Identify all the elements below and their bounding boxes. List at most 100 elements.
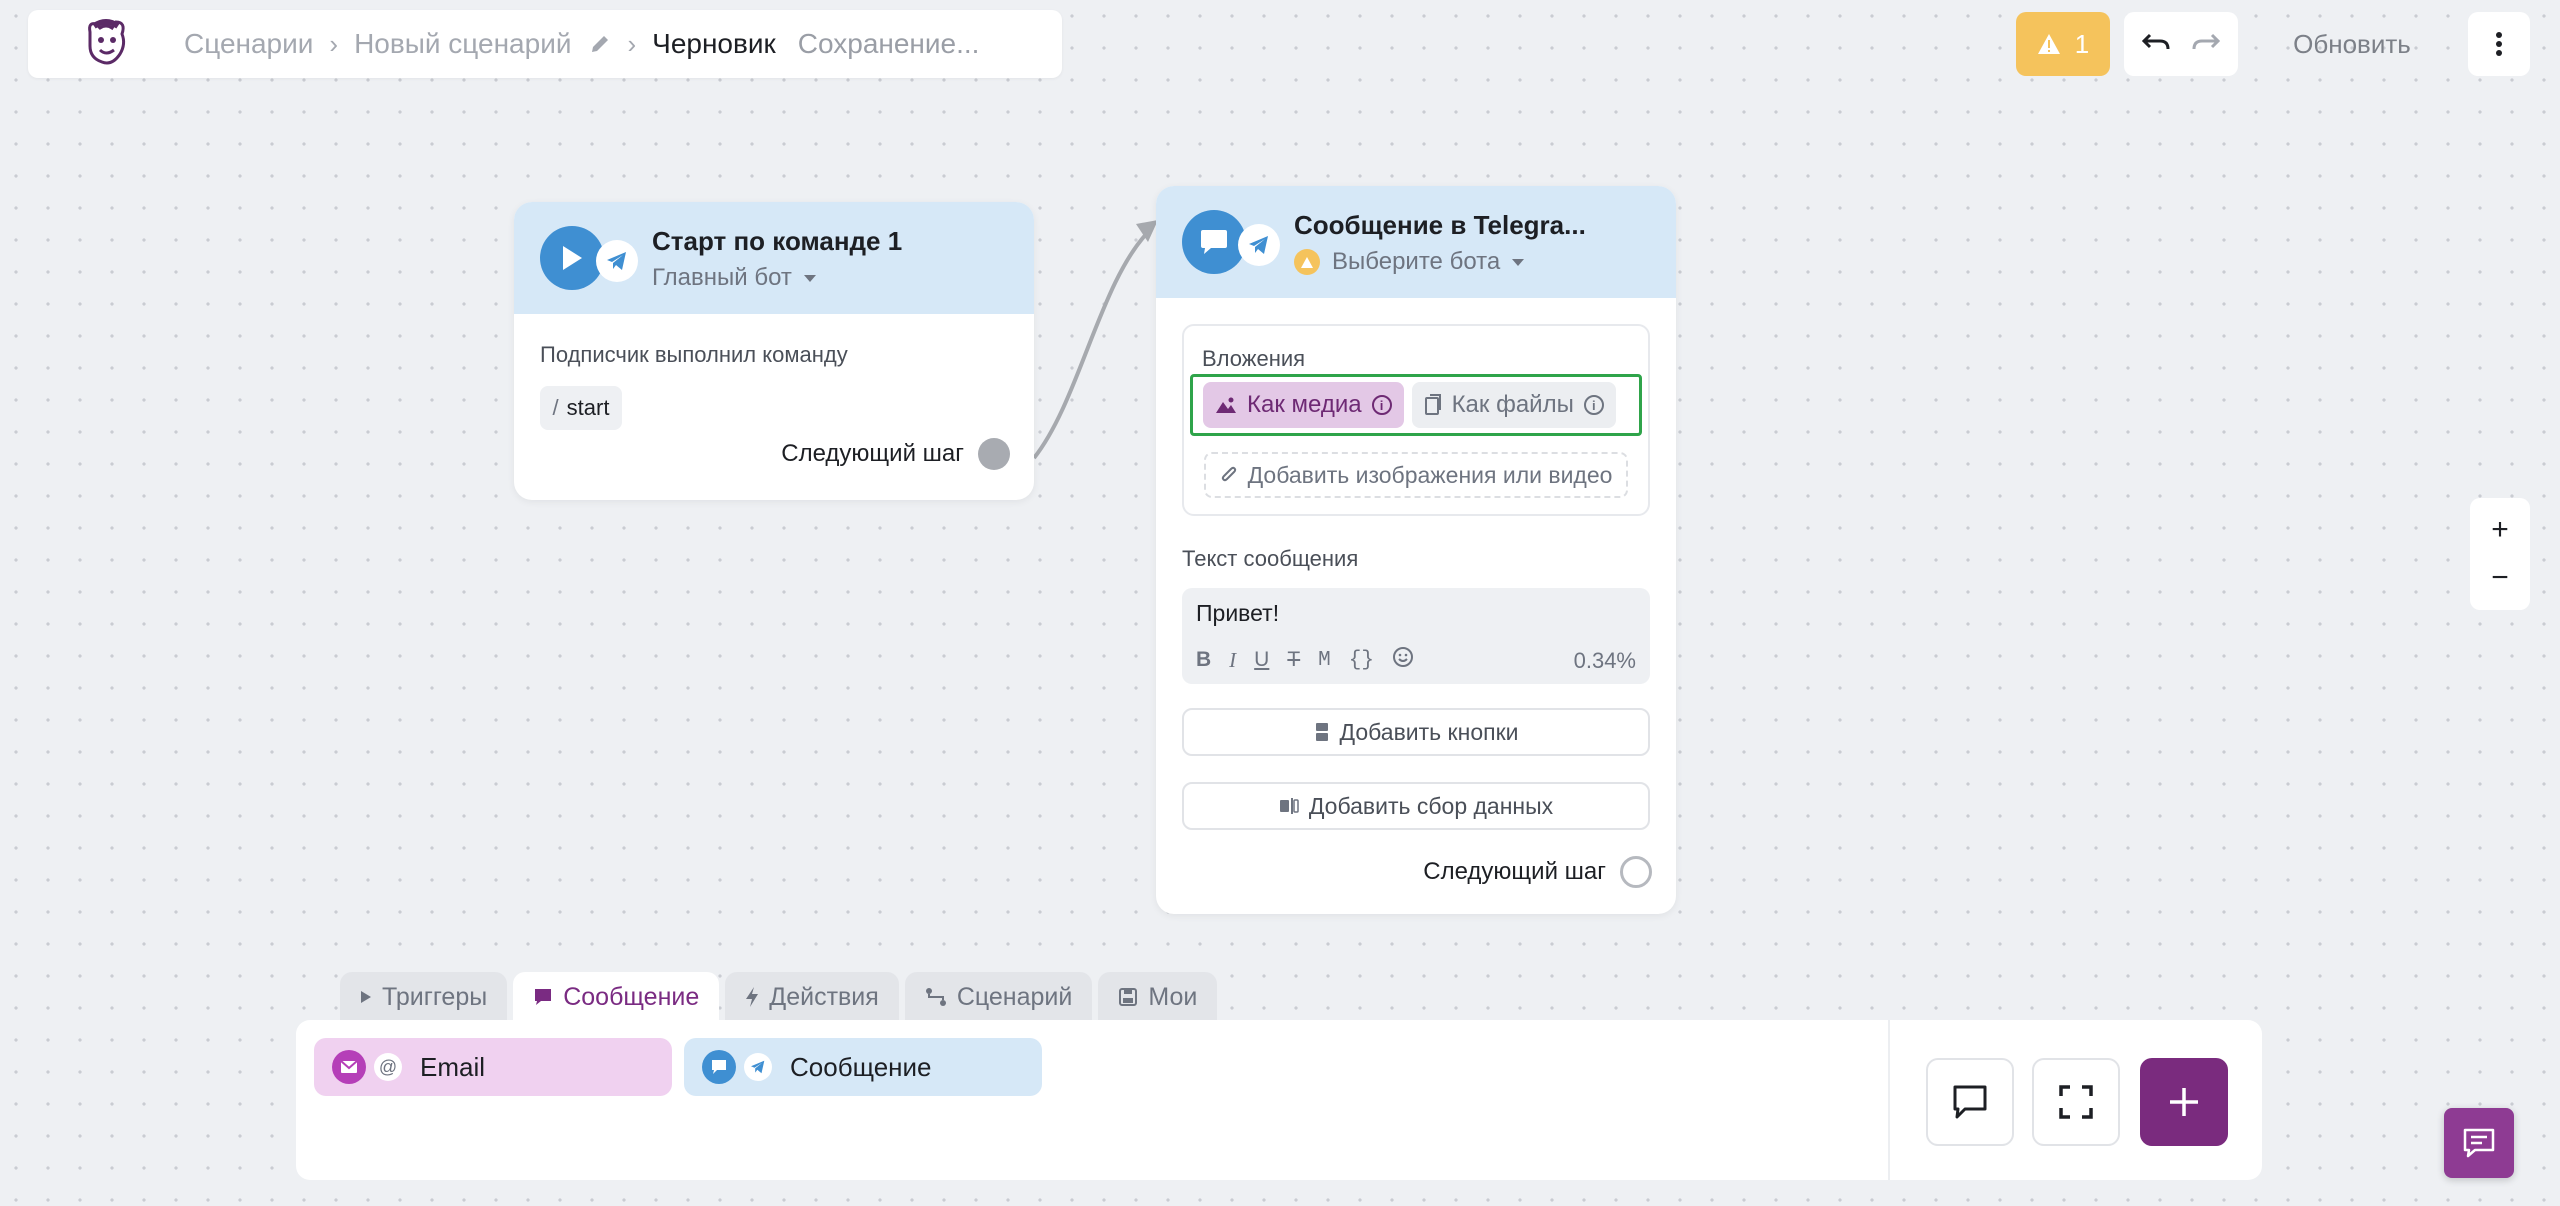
bot-placeholder: Выберите бота xyxy=(1332,248,1501,275)
undo-icon[interactable] xyxy=(2141,31,2170,58)
tab-message[interactable]: Сообщение xyxy=(513,972,720,1022)
message-icon xyxy=(702,1050,736,1084)
message-text-label: Текст сообщения xyxy=(1182,546,1359,571)
attachment-mode-toggle: Как медиа i Как файлы i xyxy=(1190,374,1642,436)
message-icon xyxy=(1182,210,1246,274)
support-chat-button[interactable] xyxy=(2444,1108,2514,1178)
caret-down-icon xyxy=(803,274,816,282)
warnings-button[interactable]: 1 xyxy=(2016,12,2110,76)
block-palette-tabs: Триггеры Сообщение Действия Сценарий Мои xyxy=(340,972,1218,1022)
save-icon xyxy=(1119,988,1138,1006)
next-step-label: Следующий шаг xyxy=(781,440,964,467)
node-title: Старт по команде 1 xyxy=(652,226,903,256)
buttons-icon xyxy=(1315,723,1328,741)
breadcrumb-draft: Черновик xyxy=(652,28,776,59)
command-chip[interactable]: / start xyxy=(540,386,622,430)
as-files-option[interactable]: Как файлы i xyxy=(1411,382,1616,428)
add-media-label: Добавить изображения или видео xyxy=(1247,461,1613,488)
tab-triggers[interactable]: Триггеры xyxy=(340,972,508,1022)
zoom-controls: + − xyxy=(2470,498,2530,610)
panel-divider xyxy=(1888,1020,1890,1180)
add-data-collection-button[interactable]: Добавить сбор данных xyxy=(1182,782,1650,830)
save-status: Сохранение... xyxy=(797,28,980,59)
fullscreen-button[interactable] xyxy=(2032,1058,2120,1146)
add-media-button[interactable]: Добавить изображения или видео xyxy=(1204,452,1628,498)
play-icon xyxy=(540,226,604,290)
as-media-label: Как медиа xyxy=(1247,391,1362,418)
telegram-icon xyxy=(596,240,638,282)
as-files-label: Как файлы xyxy=(1451,391,1574,418)
tab-actions[interactable]: Действия xyxy=(725,972,899,1022)
start-command-node[interactable]: Старт по команде 1 Главный бот Подписчик… xyxy=(514,202,1034,500)
output-port[interactable] xyxy=(978,438,1010,470)
palette-item-message[interactable]: Сообщение xyxy=(684,1038,1042,1096)
warning-count: 1 xyxy=(2074,28,2090,59)
code-button[interactable]: {} xyxy=(1349,649,1374,672)
tab-label: Действия xyxy=(769,982,879,1011)
tab-label: Сообщение xyxy=(563,982,700,1011)
info-icon[interactable]: i xyxy=(1371,395,1392,415)
next-step: Следующий шаг xyxy=(781,438,1010,470)
chevron-right-icon: › xyxy=(627,28,637,59)
output-port[interactable] xyxy=(1620,856,1652,888)
message-text-editor[interactable]: Привет! B I U T M {} 0.34% xyxy=(1182,588,1650,684)
add-data-label: Добавить сбор данных xyxy=(1308,792,1554,819)
strikethrough-button[interactable]: T xyxy=(1287,648,1300,672)
next-step: Следующий шаг xyxy=(1423,856,1652,888)
route-icon xyxy=(925,988,946,1006)
message-text[interactable]: Привет! xyxy=(1196,600,1279,627)
pencil-icon[interactable] xyxy=(589,33,611,55)
text-limit-percent: 0.34% xyxy=(1573,648,1636,673)
tab-label: Сценарий xyxy=(956,982,1073,1011)
form-icon xyxy=(1279,798,1299,814)
zoom-out-button[interactable]: − xyxy=(2491,561,2509,595)
add-buttons-button[interactable]: Добавить кнопки xyxy=(1182,708,1650,756)
emoji-icon[interactable] xyxy=(1392,646,1414,674)
chevron-right-icon: › xyxy=(329,28,339,59)
palette-item-email[interactable]: @ Email xyxy=(314,1038,672,1096)
underline-button[interactable]: U xyxy=(1254,648,1269,672)
message-icon xyxy=(535,989,552,1005)
italic-button[interactable]: I xyxy=(1229,648,1236,673)
command-text: start xyxy=(566,395,610,420)
lightning-icon xyxy=(746,987,759,1007)
zoom-in-button[interactable]: + xyxy=(2491,513,2509,547)
caret-down-icon xyxy=(1512,258,1525,266)
paperclip-icon xyxy=(1221,466,1236,482)
tab-my[interactable]: Мои xyxy=(1098,972,1218,1022)
info-icon[interactable]: i xyxy=(1583,395,1604,415)
tab-scenario[interactable]: Сценарий xyxy=(904,972,1093,1022)
bot-selector[interactable]: Главный бот xyxy=(652,264,816,292)
breadcrumb-scenario-name[interactable]: Новый сценарий xyxy=(354,28,571,60)
node-header: Старт по команде 1 Главный бот xyxy=(514,202,1034,314)
bot-selector[interactable]: Выберите бота xyxy=(1294,248,1525,276)
more-menu-button[interactable] xyxy=(2468,12,2530,76)
add-block-button[interactable] xyxy=(2140,1058,2228,1146)
breadcrumb: Сценарии › Новый сценарий › Черновик Сох… xyxy=(184,28,979,60)
logo[interactable] xyxy=(78,16,134,72)
comment-icon xyxy=(1953,1085,1987,1119)
warning-icon xyxy=(2037,34,2060,54)
monospace-button[interactable]: M xyxy=(1318,649,1331,672)
undo-redo-group xyxy=(2124,12,2238,76)
redo-icon[interactable] xyxy=(2192,31,2221,58)
bold-button[interactable]: B xyxy=(1196,648,1211,672)
telegram-icon xyxy=(744,1053,772,1081)
tab-label: Мои xyxy=(1148,982,1198,1011)
palette-item-label: Сообщение xyxy=(790,1051,932,1082)
block-palette-panel: @ Email Сообщение xyxy=(296,1020,2262,1180)
file-icon xyxy=(1424,394,1441,415)
play-icon xyxy=(361,991,371,1003)
attachments-label: Вложения xyxy=(1202,346,1306,371)
telegram-message-node[interactable]: Сообщение в Telegra... Выберите бота Вло… xyxy=(1156,186,1676,914)
add-buttons-label: Добавить кнопки xyxy=(1339,718,1519,745)
breadcrumb-scenarios[interactable]: Сценарии xyxy=(184,28,313,60)
node-header: Сообщение в Telegra... Выберите бота xyxy=(1156,186,1676,298)
kebab-icon xyxy=(2496,32,2502,56)
refresh-button[interactable]: Обновить xyxy=(2252,12,2452,76)
as-media-option[interactable]: Как медиа i xyxy=(1203,382,1404,428)
bot-name: Главный бот xyxy=(652,264,792,291)
image-icon xyxy=(1216,397,1236,413)
command-prefix: / xyxy=(552,395,559,420)
comment-button[interactable] xyxy=(1926,1058,2014,1146)
